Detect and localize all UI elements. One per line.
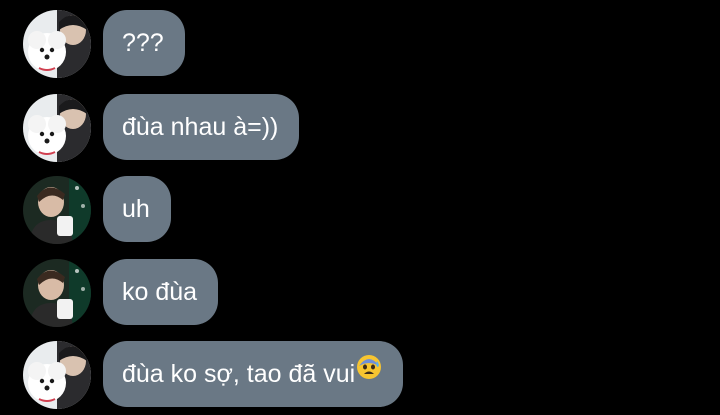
message-bubble[interactable]: uh bbox=[103, 176, 171, 242]
avatar[interactable] bbox=[23, 94, 91, 162]
avatar[interactable] bbox=[23, 10, 91, 78]
message-row: ko đùa bbox=[0, 259, 720, 327]
avatar[interactable] bbox=[23, 341, 91, 409]
message-row: đùa nhau à=)) bbox=[0, 94, 720, 162]
anxious-face-with-sweat-icon bbox=[356, 339, 382, 405]
message-text: đùa nhau à=)) bbox=[122, 113, 279, 141]
message-text: đùa ko sợ, tao đã vui bbox=[122, 360, 356, 388]
message-bubble[interactable]: đùa nhau à=)) bbox=[103, 94, 300, 160]
avatar[interactable] bbox=[23, 176, 91, 244]
message-text: ??? bbox=[122, 29, 164, 57]
message-bubble[interactable]: ??? bbox=[103, 10, 185, 76]
message-row: ??? bbox=[0, 10, 720, 78]
message-row: đùa ko sợ, tao đã vui bbox=[0, 341, 720, 409]
message-text: uh bbox=[122, 195, 150, 223]
message-bubble[interactable]: ko đùa bbox=[103, 259, 219, 325]
message-bubble[interactable]: đùa ko sợ, tao đã vui bbox=[103, 339, 404, 407]
message-text: ko đùa bbox=[122, 278, 198, 306]
message-row: uh bbox=[0, 176, 720, 244]
avatar[interactable] bbox=[23, 259, 91, 327]
